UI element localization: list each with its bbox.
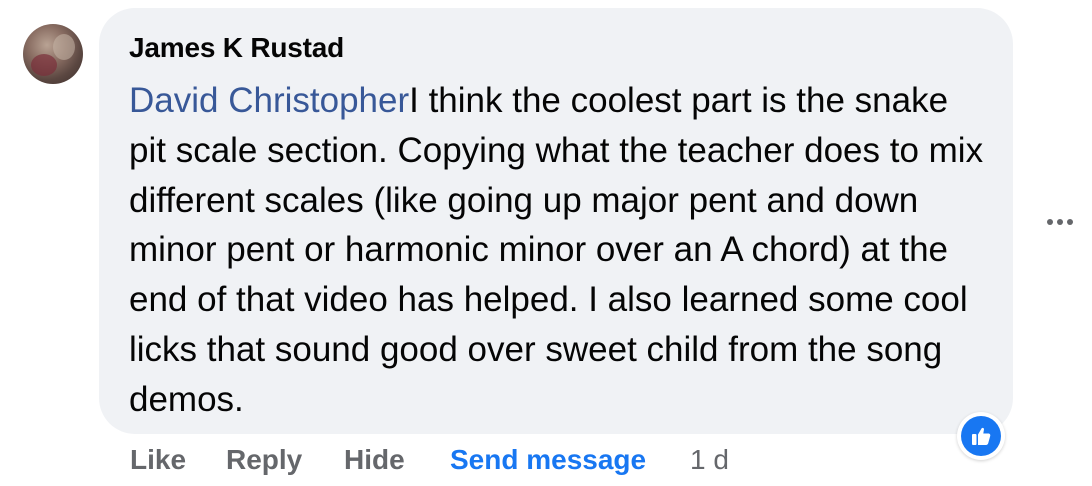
comment-text: David ChristopherI think the coolest par…	[129, 76, 989, 425]
comment-author[interactable]: James K Rustad	[129, 32, 344, 64]
hide-button[interactable]: Hide	[344, 444, 405, 476]
more-options-button[interactable]	[1040, 208, 1080, 236]
thumbs-up-icon	[972, 427, 991, 445]
mention-link[interactable]: David Christopher	[129, 81, 409, 120]
avatar[interactable]	[23, 24, 83, 84]
reaction-badge[interactable]	[957, 412, 1005, 460]
send-message-button[interactable]: Send message	[450, 444, 646, 476]
timestamp[interactable]: 1 d	[690, 444, 729, 476]
more-options-icon	[1047, 219, 1053, 225]
comment-bubble: James K Rustad David ChristopherI think …	[99, 8, 1013, 434]
like-button[interactable]: Like	[130, 444, 186, 476]
comment-body: I think the coolest part is the snake pi…	[129, 81, 984, 419]
reply-button[interactable]: Reply	[226, 444, 302, 476]
